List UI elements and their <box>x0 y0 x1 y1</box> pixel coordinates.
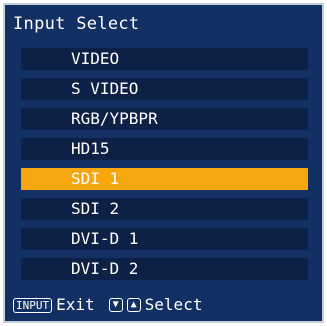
down-arrow-icon: ▼ <box>108 298 123 312</box>
input-option-sdi-2[interactable]: SDI 2 <box>21 198 308 220</box>
input-option-hd15[interactable]: HD15 <box>21 138 308 160</box>
input-option-sdi-1[interactable]: SDI 1 <box>21 168 308 190</box>
input-option-dvi-d-1[interactable]: DVI-D 1 <box>21 228 308 250</box>
input-option-s-video[interactable]: S VIDEO <box>21 78 308 100</box>
input-option-rgb-ypbpr[interactable]: RGB/YPBPR <box>21 108 308 130</box>
input-key-icon: INPUT <box>13 297 53 313</box>
up-arrow-icon: ▲ <box>126 298 141 312</box>
menu-title: Input Select <box>13 14 140 34</box>
footer-hints: INPUT Exit ▼ ▲ Select <box>13 295 202 315</box>
input-select-panel: Input Select VIDEO S VIDEO RGB/YPBPR HD1… <box>3 3 324 323</box>
select-hint: Select <box>144 295 203 314</box>
input-list: VIDEO S VIDEO RGB/YPBPR HD15 SDI 1 SDI 2… <box>21 48 308 288</box>
exit-hint: Exit <box>56 295 95 314</box>
input-option-dvi-d-2[interactable]: DVI-D 2 <box>21 258 308 280</box>
osd-window: Input Select VIDEO S VIDEO RGB/YPBPR HD1… <box>0 0 327 326</box>
input-option-video[interactable]: VIDEO <box>21 48 308 70</box>
